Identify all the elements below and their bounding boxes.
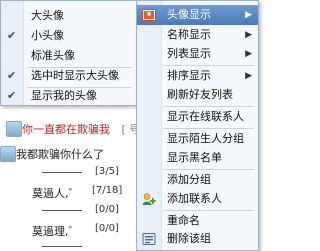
menu-item-delete-group[interactable]: 删除该组 bbox=[137, 229, 258, 249]
group-count: [0/0] bbox=[95, 204, 119, 215]
delete-group-icon bbox=[142, 233, 156, 245]
menu-item-small-avatar[interactable]: ✔ 小头像 bbox=[1, 26, 136, 46]
group-count: [0/0] bbox=[95, 223, 119, 234]
contact-avatar bbox=[6, 121, 22, 137]
menu-item-label: 名称显示 bbox=[167, 28, 211, 41]
menu-item-label: 重命名 bbox=[167, 214, 200, 227]
contact-message: 我都欺骗你什么了 bbox=[16, 148, 104, 161]
menu-item-label: 排序显示 bbox=[167, 69, 211, 82]
divider bbox=[42, 246, 82, 247]
menu-item-label: 标准头像 bbox=[31, 49, 75, 62]
menu-item-large-avatar[interactable]: 大头像 bbox=[1, 6, 136, 26]
contact-name[interactable]: 莫過理,゛ bbox=[32, 223, 80, 239]
menu-item-label: 列表显示 bbox=[167, 47, 211, 60]
menu-item-rename[interactable]: 重命名 bbox=[137, 211, 258, 231]
add-contact-icon bbox=[142, 193, 156, 205]
submenu-arrow-icon: ▶ bbox=[245, 30, 252, 40]
check-icon: ✔ bbox=[7, 69, 17, 82]
menu-item-label: 小头像 bbox=[31, 29, 64, 42]
submenu-arrow-icon: ▶ bbox=[245, 10, 252, 20]
menu-item-show-strangers[interactable]: 显示陌生人分组 bbox=[137, 129, 258, 149]
avatar-display-icon bbox=[142, 9, 156, 21]
menu-item-add-group[interactable]: 添加分组 bbox=[137, 170, 258, 190]
menu-item-add-contact[interactable]: 添加联系人 bbox=[137, 189, 258, 209]
menu-item-show-large-on-select[interactable]: ✔ 选中时显示大头像 bbox=[1, 66, 136, 86]
divider bbox=[42, 172, 82, 173]
menu-item-label: 刷新好友列表 bbox=[167, 88, 233, 101]
contact-list-context-menu: 头像显示 ▶ 名称显示 ▶ 列表显示 ▶ 排序显示 ▶ 刷新好友列表 显示在线联… bbox=[136, 0, 259, 251]
menu-item-show-blacklist[interactable]: 显示黑名单 bbox=[137, 148, 258, 168]
menu-item-sort-display[interactable]: 排序显示 ▶ bbox=[137, 66, 258, 86]
menu-item-label: 显示陌生人分组 bbox=[167, 132, 244, 145]
submenu-arrow-icon: ▶ bbox=[245, 49, 252, 59]
submenu-arrow-icon: ▶ bbox=[245, 71, 252, 81]
menu-item-label: 添加分组 bbox=[167, 173, 211, 186]
menu-item-label: 删除该组 bbox=[167, 232, 211, 245]
menu-item-label: 显示我的头像 bbox=[31, 89, 97, 102]
menu-item-label: 选中时显示大头像 bbox=[31, 69, 119, 82]
menu-item-list-display[interactable]: 列表显示 ▶ bbox=[137, 44, 258, 64]
contact-avatar bbox=[0, 146, 16, 162]
divider bbox=[42, 210, 82, 211]
check-icon: ✔ bbox=[7, 89, 17, 102]
menu-item-label: 显示在线联系人 bbox=[167, 110, 244, 123]
menu-item-label: 头像显示 bbox=[167, 8, 211, 21]
check-icon: ✔ bbox=[7, 29, 17, 42]
menu-item-show-my-avatar[interactable]: ✔ 显示我的头像 bbox=[1, 86, 136, 106]
group-count: [7/18] bbox=[92, 185, 123, 196]
menu-item-refresh-friends[interactable]: 刷新好友列表 bbox=[137, 85, 258, 105]
menu-item-show-online[interactable]: 显示在线联系人 bbox=[137, 107, 258, 127]
menu-item-avatar-display[interactable]: 头像显示 ▶ bbox=[137, 5, 258, 25]
menu-item-standard-avatar[interactable]: 标准头像 bbox=[1, 46, 136, 66]
menu-item-label: 大头像 bbox=[31, 9, 64, 22]
menu-item-label: 显示黑名单 bbox=[167, 151, 222, 164]
avatar-display-submenu: 大头像 ✔ 小头像 标准头像 ✔ 选中时显示大头像 ✔ 显示我的头像 bbox=[0, 0, 137, 106]
contact-message: 你一直都在欺骗我 bbox=[22, 123, 110, 136]
menu-item-label: 添加联系人 bbox=[167, 192, 222, 205]
contact-name[interactable]: 莫過人,゛ bbox=[32, 185, 80, 201]
group-count: [3/5] bbox=[95, 166, 119, 177]
menu-item-name-display[interactable]: 名称显示 ▶ bbox=[137, 25, 258, 45]
